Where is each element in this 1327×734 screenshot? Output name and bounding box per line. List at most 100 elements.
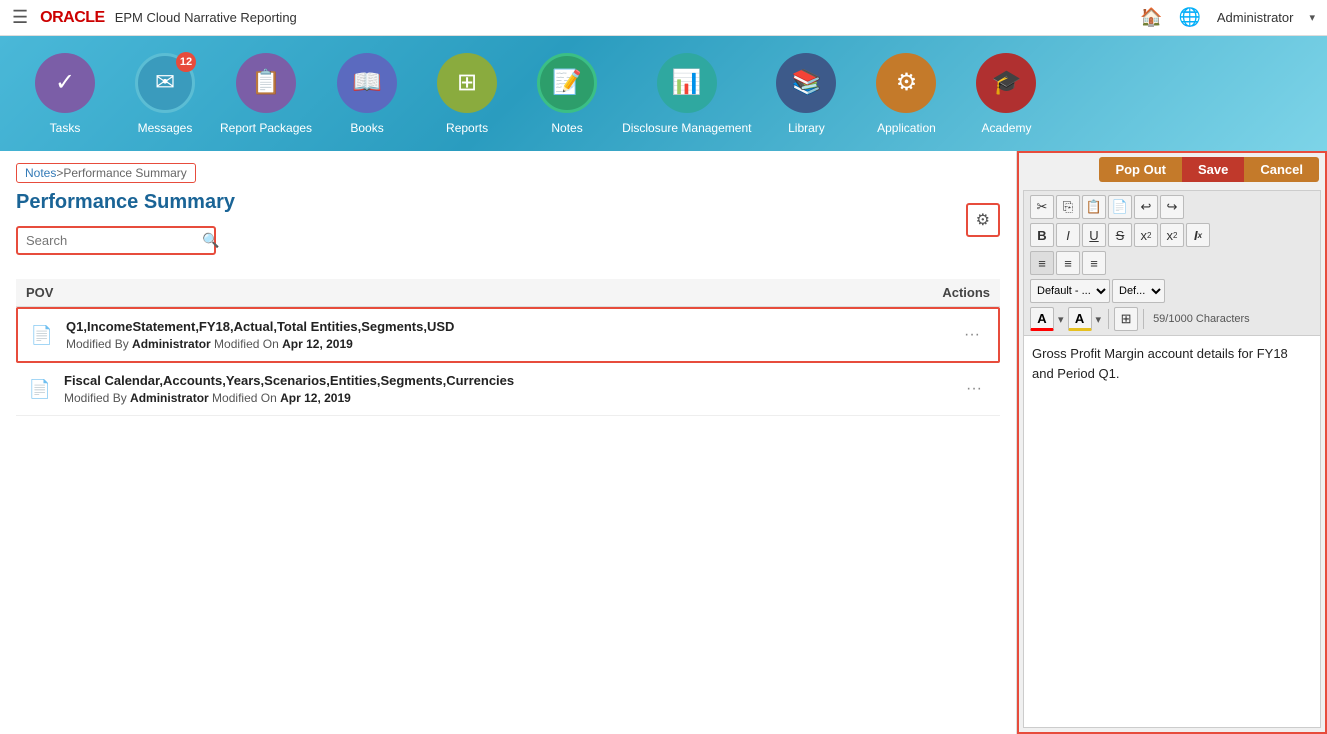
top-bar-right: 🏠 🌐 Administrator ▾	[1140, 7, 1315, 28]
font-family-select[interactable]: Default - ...	[1030, 279, 1110, 303]
note-icon: 📄	[26, 375, 54, 403]
breadcrumb-parent[interactable]: Notes	[25, 166, 56, 180]
save-button[interactable]: Save	[1182, 157, 1244, 182]
note-title: Fiscal Calendar,Accounts,Years,Scenarios…	[64, 373, 958, 388]
app-title: EPM Cloud Narrative Reporting	[115, 10, 297, 25]
nav-item-academy[interactable]: 🎓Academy	[961, 53, 1051, 135]
nav-label-application: Application	[877, 121, 936, 135]
breadcrumb-current: Performance Summary	[63, 166, 186, 180]
note-icon: 📄	[28, 321, 56, 349]
editor-text: Gross Profit Margin account details for …	[1032, 346, 1288, 381]
nav-item-books[interactable]: 📖 Books	[322, 53, 412, 135]
nav-icon-library: 📚	[776, 53, 836, 113]
toolbar-separator	[1108, 309, 1109, 329]
toolbar-row-1: ✂ ⎘ 📋 📄 ↩ ↪	[1030, 195, 1314, 219]
paste-special-button[interactable]: 📄	[1108, 195, 1132, 219]
bold-button[interactable]: B	[1030, 223, 1054, 247]
align-center-button[interactable]: ≡	[1056, 251, 1080, 275]
highlight-color-button[interactable]: A	[1068, 307, 1092, 331]
search-icon: 🔍	[202, 232, 219, 249]
toolbar-separator2	[1143, 309, 1144, 329]
nav-label-report-packages: Report Packages	[220, 121, 312, 135]
nav-item-application[interactable]: ⚙Application	[861, 53, 951, 135]
cancel-button[interactable]: Cancel	[1244, 157, 1319, 182]
left-panel: Notes > Performance Summary Performance …	[0, 151, 1017, 734]
nav-label-reports: Reports	[446, 121, 488, 135]
insert-table-button[interactable]: ⊞	[1114, 307, 1138, 331]
note-content: Fiscal Calendar,Accounts,Years,Scenarios…	[64, 373, 958, 405]
underline-button[interactable]: U	[1082, 223, 1106, 247]
superscript-button[interactable]: x2	[1160, 223, 1184, 247]
popout-button[interactable]: Pop Out	[1099, 157, 1182, 182]
toolbar-row-2: B I U S x2 x2 Ix	[1030, 223, 1314, 247]
note-content: Q1,IncomeStatement,FY18,Actual,Total Ent…	[66, 319, 956, 351]
nav-item-messages[interactable]: ✉12 Messages	[120, 53, 210, 135]
note-row[interactable]: 📄 Q1,IncomeStatement,FY18,Actual,Total En…	[16, 307, 1000, 363]
toolbar-row-5: A ▾ A ▾ ⊞ 59/1000 Characters	[1030, 307, 1314, 331]
top-bar: ☰ ORACLE EPM Cloud Narrative Reporting 🏠…	[0, 0, 1327, 36]
nav-icon-messages: ✉12	[135, 53, 195, 113]
font-size-select[interactable]: Def...	[1112, 279, 1165, 303]
align-right-button[interactable]: ≡	[1082, 251, 1106, 275]
page-title: Performance Summary	[16, 191, 1000, 214]
note-meta: Modified By Administrator Modified On Ap…	[64, 391, 958, 405]
clear-format-button[interactable]: Ix	[1186, 223, 1210, 247]
breadcrumb: Notes > Performance Summary	[16, 163, 196, 183]
nav-item-library[interactable]: 📚 Library	[761, 53, 851, 135]
nav-icon-report-packages: 📋	[236, 53, 296, 113]
col-pov: POV	[26, 285, 53, 300]
home-icon[interactable]: 🏠	[1140, 7, 1162, 28]
nav-bar: ✓ Tasks ✉12 Messages 📋 Report Packages 📖 Books ⊞…	[0, 36, 1327, 151]
font-color-arrow[interactable]: ▾	[1058, 313, 1064, 326]
search-bar: 🔍	[16, 226, 216, 255]
italic-button[interactable]: I	[1056, 223, 1080, 247]
help-icon[interactable]: 🌐	[1178, 7, 1200, 28]
content-area: Notes > Performance Summary Performance …	[0, 151, 1327, 734]
note-title: Q1,IncomeStatement,FY18,Actual,Total Ent…	[66, 319, 956, 334]
redo-button[interactable]: ↪	[1160, 195, 1184, 219]
editor-container: ✂ ⎘ 📋 📄 ↩ ↪ B I U S x2 x2 Ix	[1023, 190, 1321, 728]
oracle-logo: ORACLE	[40, 9, 105, 27]
font-color-button[interactable]: A	[1030, 307, 1054, 331]
nav-label-books: Books	[350, 121, 383, 135]
breadcrumb-separator: >	[56, 166, 63, 180]
nav-badge-messages: 12	[176, 52, 196, 72]
settings-button[interactable]: ⚙	[966, 203, 1000, 237]
editor-top-toolbar: Pop Out Save Cancel	[1019, 153, 1325, 186]
user-menu[interactable]: Administrator	[1217, 10, 1294, 25]
editor-content[interactable]: Gross Profit Margin account details for …	[1024, 336, 1320, 727]
nav-item-report-packages[interactable]: 📋 Report Packages	[220, 53, 312, 135]
nav-item-disclosure[interactable]: 📊 Disclosure Management	[622, 53, 751, 135]
nav-icon-disclosure: 📊	[657, 53, 717, 113]
nav-item-tasks[interactable]: ✓ Tasks	[20, 53, 110, 135]
table-header: POV Actions	[16, 279, 1000, 307]
nav-label-library: Library	[788, 121, 825, 135]
undo-button[interactable]: ↩	[1134, 195, 1158, 219]
char-count: 59/1000 Characters	[1149, 313, 1254, 325]
toolbar-row-3: ≡ ≡ ≡	[1030, 251, 1314, 275]
editor-toolbar: ✂ ⎘ 📋 📄 ↩ ↪ B I U S x2 x2 Ix	[1024, 191, 1320, 336]
nav-icon-tasks: ✓	[35, 53, 95, 113]
nav-label-disclosure: Disclosure Management	[622, 121, 751, 135]
note-meta: Modified By Administrator Modified On Ap…	[66, 337, 956, 351]
user-dropdown-arrow[interactable]: ▾	[1309, 11, 1315, 24]
subscript-button[interactable]: x2	[1134, 223, 1158, 247]
highlight-color-arrow[interactable]: ▾	[1096, 313, 1102, 326]
copy-button[interactable]: ⎘	[1056, 195, 1080, 219]
align-left-button[interactable]: ≡	[1030, 251, 1054, 275]
note-actions-button[interactable]: ···	[956, 322, 988, 348]
cut-button[interactable]: ✂	[1030, 195, 1054, 219]
nav-icon-books: 📖	[337, 53, 397, 113]
notes-list: 📄 Q1,IncomeStatement,FY18,Actual,Total En…	[16, 307, 1000, 416]
nav-label-messages: Messages	[138, 121, 193, 135]
nav-item-reports[interactable]: ⊞Reports	[422, 53, 512, 135]
search-input[interactable]	[26, 233, 202, 248]
paste-button[interactable]: 📋	[1082, 195, 1106, 219]
strikethrough-button[interactable]: S	[1108, 223, 1132, 247]
hamburger-menu[interactable]: ☰	[12, 7, 28, 28]
note-actions-button[interactable]: ···	[958, 376, 990, 402]
nav-icon-academy: 🎓	[976, 53, 1036, 113]
nav-label-tasks: Tasks	[50, 121, 81, 135]
note-row[interactable]: 📄 Fiscal Calendar,Accounts,Years,Scenario…	[16, 363, 1000, 416]
nav-item-notes[interactable]: 📝Notes	[522, 53, 612, 135]
